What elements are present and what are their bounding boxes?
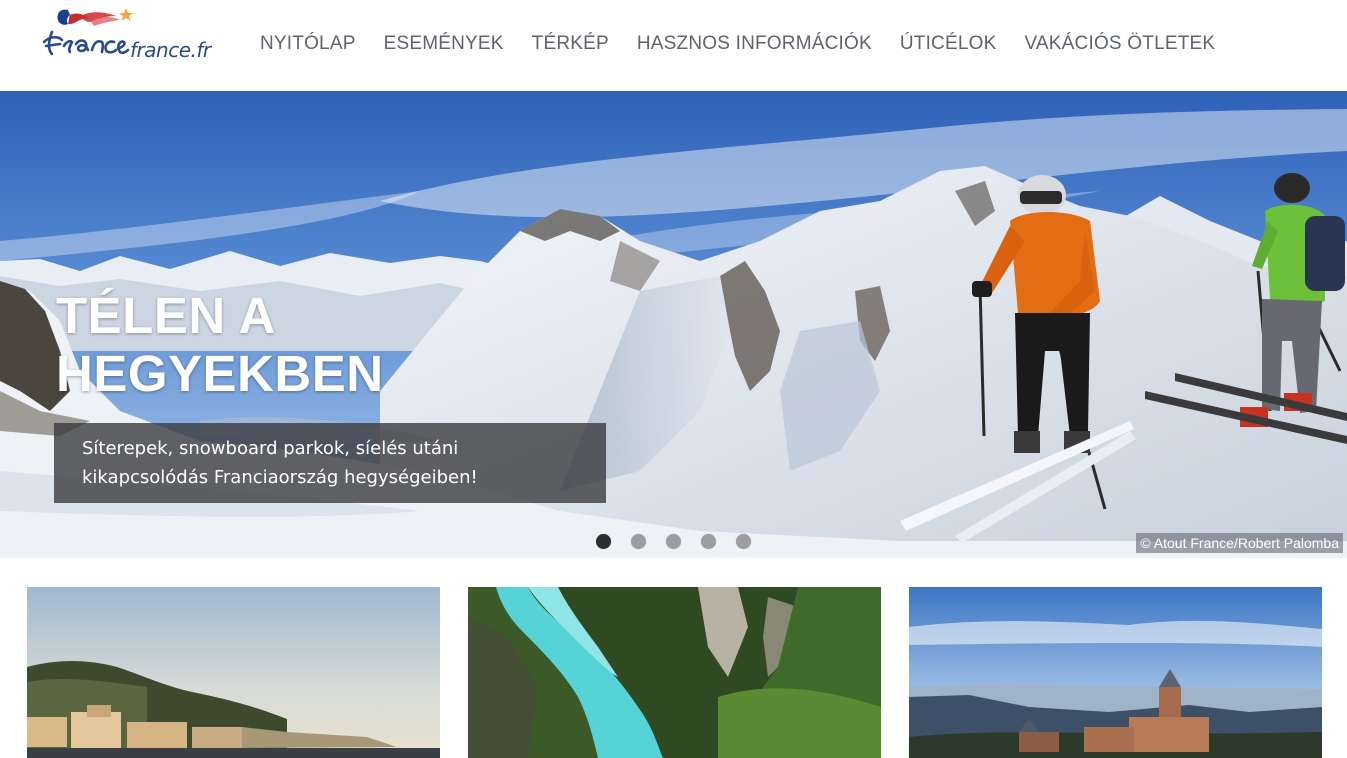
slider-dot-2[interactable] [631,534,646,549]
card-river-gorge[interactable] [468,587,881,758]
nav-item-hasznos-informaciok[interactable]: HASZNOS INFORMÁCIÓK [623,33,886,55]
card-coastal-town[interactable] [27,587,440,758]
castle-image [909,587,1322,758]
brand-domain: france.fr [130,38,211,62]
river-gorge-image [468,587,881,758]
hero-title-line-1: TÉLEN A [56,287,276,344]
slider-dot-1[interactable] [596,534,611,549]
slider-dot-4[interactable] [701,534,716,549]
nav-item-vakacios-otletek[interactable]: VAKÁCIÓS ÖTLETEK [1010,33,1229,55]
hero-slider[interactable]: TÉLEN A HEGYEKBEN Síterepek, snowboard p… [0,91,1347,558]
hero-caption-line-1: Síterepek, snowboard parkok, síelés után… [82,438,459,459]
hero-caption-line-2: kikapcsolódás Franciaország hegységeiben… [82,467,478,488]
france-logo[interactable]: france.fr [40,2,220,72]
nav-item-esemenyek[interactable]: ESEMÉNYEK [370,33,518,55]
hero-caption[interactable]: Síterepek, snowboard parkok, síelés után… [54,423,606,503]
nav-item-nyitolap[interactable]: NYITÓLAP [246,33,370,55]
slider-dot-3[interactable] [666,534,681,549]
hero-title-line-2: HEGYEKBEN [56,345,384,402]
main-navigation: NYITÓLAP ESEMÉNYEK TÉRKÉP HASZNOS INFORM… [246,33,1229,55]
nav-item-terkep[interactable]: TÉRKÉP [518,33,623,55]
photo-credit: © Atout France/Robert Palomba [1136,533,1343,553]
coastal-town-image [27,587,440,758]
site-header: france.fr NYITÓLAP ESEMÉNYEK TÉRKÉP HASZ… [0,0,1347,91]
nav-item-uticelok[interactable]: ÚTICÉLOK [886,33,1011,55]
slider-pagination [596,534,771,549]
slider-dot-5[interactable] [736,534,751,549]
hero-title: TÉLEN A HEGYEKBEN [56,287,384,403]
card-castle[interactable] [909,587,1322,758]
